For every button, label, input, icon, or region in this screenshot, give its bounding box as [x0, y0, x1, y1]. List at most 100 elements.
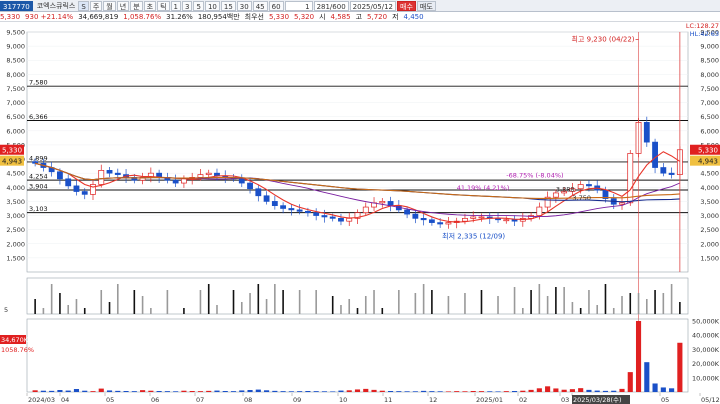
signal-bar: [373, 290, 375, 314]
volume-bar: [222, 391, 228, 392]
volume-bar: [264, 390, 270, 392]
candle-body: [643, 122, 650, 143]
signal-bar: [612, 308, 615, 314]
volume-bar: [503, 391, 509, 392]
signal-bar: [42, 308, 45, 314]
volume-bar: [404, 391, 410, 392]
volume-bar: [487, 391, 493, 392]
volume-bar: [73, 389, 80, 392]
signal-bar: [530, 290, 532, 314]
x-tick-label: 10: [339, 396, 347, 404]
candle-body: [288, 208, 295, 211]
price-tick-label-right: 9,000: [700, 43, 719, 51]
volume-bar: [305, 391, 311, 392]
sell-button[interactable]: 매도: [416, 0, 436, 11]
signal-bar: [662, 293, 665, 314]
x-tick-label: 05/12: [701, 396, 720, 404]
signal-bar: [579, 308, 582, 314]
volume-bar: [115, 390, 121, 392]
candle-body: [478, 216, 485, 219]
volume-bar: [57, 390, 63, 392]
signal-bar: [67, 305, 69, 314]
price-tick-label-left: 7,000: [6, 99, 25, 107]
stock-code-field[interactable]: 317770: [0, 0, 33, 11]
signal-bar: [621, 296, 623, 314]
signal-bar: [108, 302, 111, 314]
x-tick-label: 03: [561, 396, 569, 404]
volume-bar: [123, 391, 129, 392]
period-year-button[interactable]: 년: [116, 0, 130, 11]
volume-value: 34,669,819: [78, 12, 119, 21]
candle-body: [73, 185, 80, 192]
volume-bar: [379, 390, 385, 392]
low-label: 저: [392, 12, 399, 21]
interval-input[interactable]: 1: [284, 0, 313, 11]
signal-axis-label: 5: [4, 306, 8, 314]
interval-15-button[interactable]: 15: [220, 0, 236, 11]
price-tick-label-left: 8,000: [6, 71, 25, 79]
x-tick-label: 04: [61, 396, 69, 404]
date-input[interactable]: 2025/05/12: [349, 0, 397, 11]
interval-3-button[interactable]: 3: [182, 0, 193, 11]
volume-bar: [578, 388, 584, 392]
period-second-button[interactable]: 초: [143, 0, 157, 11]
volume-tick-label: 30,000K: [692, 346, 720, 354]
candle-body: [321, 215, 328, 218]
signal-bar: [257, 284, 260, 314]
price-tick-label-right: 2,000: [700, 240, 719, 248]
quote-info-row: 5,330 930 +21.14% 34,669,819 1,058.76% 3…: [0, 12, 720, 22]
candle-body: [445, 222, 452, 225]
period-tick-button[interactable]: 틱: [157, 0, 170, 11]
price-annotation: 3,750: [572, 194, 591, 202]
volume-bar: [602, 390, 609, 392]
volume-bar: [660, 387, 666, 392]
price-tick-label-right: 3,000: [700, 212, 719, 220]
signal-bar: [150, 308, 152, 314]
x-tick-label: 2025/01: [476, 396, 503, 404]
period-month-button[interactable]: 월: [103, 0, 116, 11]
volume-bar: [32, 390, 38, 392]
volume-bar: [437, 391, 443, 392]
period-week-button[interactable]: 주: [89, 0, 103, 11]
volume-bar: [569, 389, 575, 392]
level-label: 4,899: [29, 154, 48, 162]
candle-body: [652, 141, 658, 168]
signal-bar: [216, 305, 218, 314]
x-tick-label: 06: [151, 396, 159, 404]
interval-10-button[interactable]: 10: [204, 0, 220, 11]
volume-bar: [545, 386, 551, 392]
x-tick-label: 05: [661, 396, 669, 404]
signal-bar: [646, 299, 648, 314]
volume-bar: [594, 390, 600, 392]
signal-bar: [480, 290, 483, 314]
price-tick-label-left: 9,000: [6, 43, 25, 51]
interval-5-button[interactable]: 5: [193, 0, 204, 11]
volume-bar: [156, 391, 162, 392]
count-input[interactable]: 281/600: [313, 0, 349, 11]
signal-bar: [133, 290, 136, 314]
current-price-tag-text: 5,330: [698, 147, 718, 155]
interval-60-button[interactable]: 60: [268, 0, 284, 11]
period-minute-button[interactable]: 분: [130, 0, 143, 11]
price-tick-label-left: 4,500: [6, 170, 25, 178]
stock-badge[interactable]: S: [78, 0, 89, 11]
buy-button[interactable]: 매수: [397, 0, 416, 11]
signal-bar: [340, 305, 342, 314]
candle-body: [552, 192, 559, 198]
turnover-value: 31.26%: [166, 12, 193, 21]
signal-bar: [240, 302, 243, 314]
interval-30-button[interactable]: 30: [236, 0, 252, 11]
candle-body: [247, 182, 253, 190]
volume-bar: [478, 391, 485, 392]
signal-bar: [381, 308, 384, 314]
price-tick-label-left: 2,500: [6, 226, 25, 234]
candle-body: [114, 172, 121, 175]
price-tick-label-right: 3,500: [700, 198, 719, 206]
signal-bar: [83, 308, 86, 314]
volume-bar: [189, 391, 195, 392]
interval-1-button[interactable]: 1: [170, 0, 182, 11]
stock-chart[interactable]: 9,500 9,5009,000 9,0008,500 8,5008,000 8,000…: [0, 22, 720, 404]
trade-amount: 180,954백만: [197, 12, 240, 21]
interval-45-button[interactable]: 45: [252, 0, 268, 11]
pref-bid: 5,320: [294, 12, 315, 21]
